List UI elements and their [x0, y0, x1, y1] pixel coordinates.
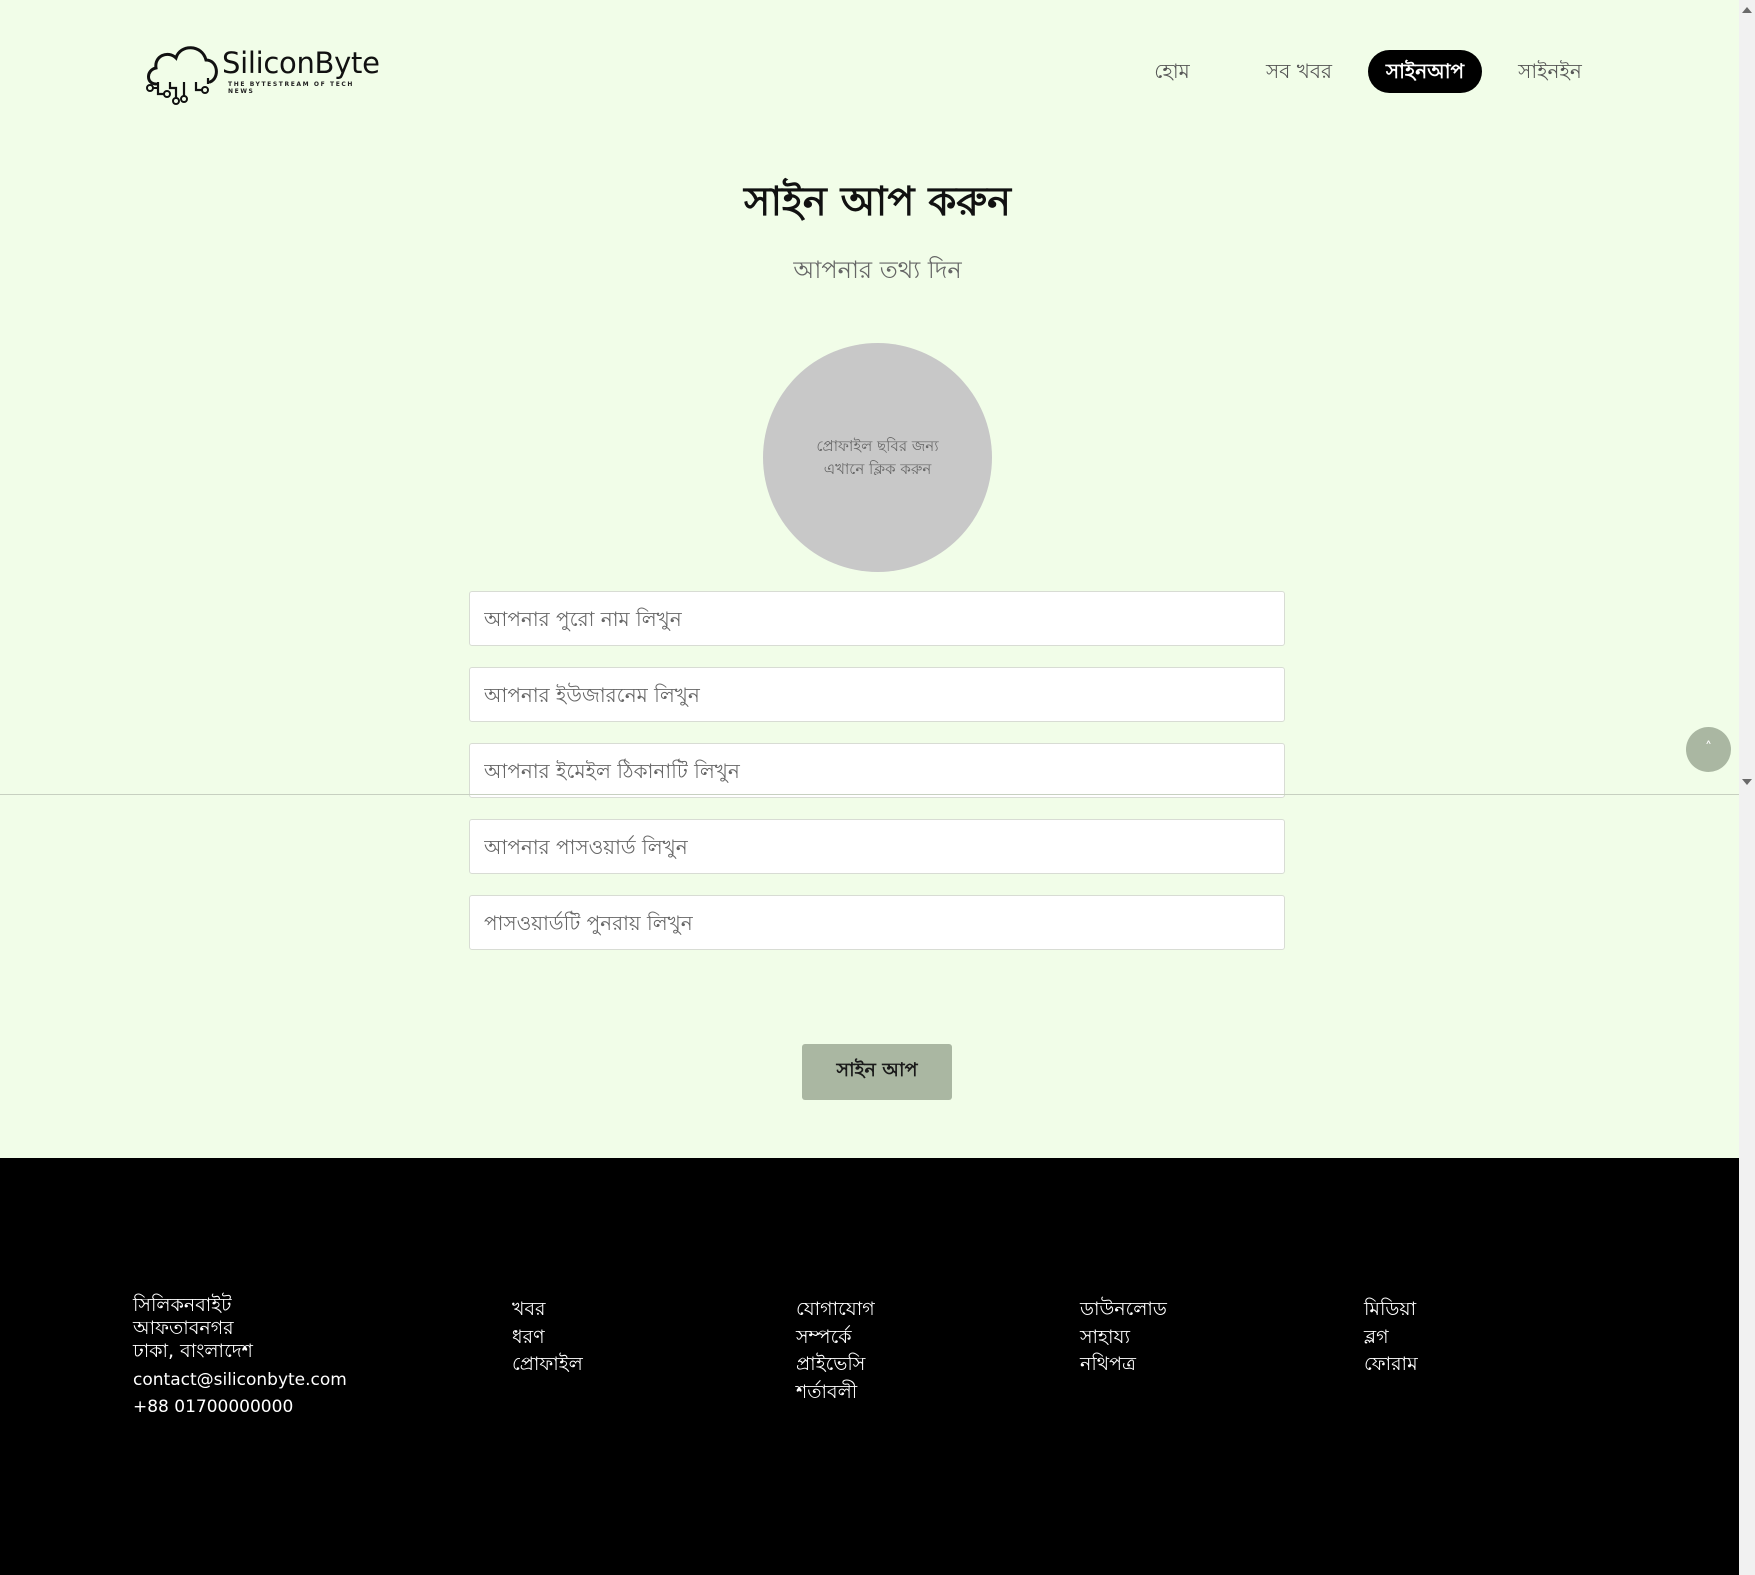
nav-home[interactable]: হোম	[1140, 50, 1204, 93]
page-subtitle: আপনার তথ্য দিন	[793, 256, 962, 284]
footer-address-city: ঢাকা, বাংলাদেশ	[133, 1340, 253, 1362]
avatar-hint: প্রোফাইল ছবির জন্য এখানে ক্লিক করুন	[803, 435, 953, 481]
footer-link-privacy[interactable]: প্রাইভেসি	[796, 1351, 875, 1379]
username-input[interactable]	[469, 667, 1285, 722]
nav-all-news[interactable]: সব খবর	[1254, 50, 1344, 93]
brand-tagline: THE BYTESTREAM OF TECH NEWS	[228, 81, 355, 95]
fullname-input[interactable]	[469, 591, 1285, 646]
footer-address-line: আফতাবনগর	[133, 1317, 234, 1339]
footer-column-3: ডাউনলোড সাহায্য নথিপত্র	[1080, 1296, 1167, 1379]
footer-company-name: সিলিকনবাইট	[133, 1294, 232, 1316]
footer-column-1: খবর ধরণ প্রোফাইল	[512, 1296, 583, 1379]
nav-signup[interactable]: সাইনআপ	[1368, 50, 1482, 93]
footer-link-about[interactable]: সম্পর্কে	[796, 1324, 875, 1352]
brand-name: SiliconByte	[222, 46, 380, 80]
footer-address-block: সিলিকনবাইট আফতাবনগর ঢাকা, বাংলাদেশ conta…	[133, 1294, 347, 1421]
scroll-down-arrow-icon[interactable]	[1739, 774, 1755, 790]
footer-link-category[interactable]: ধরণ	[512, 1324, 583, 1352]
avatar-hint-line1: প্রোফাইল ছবির জন্য	[816, 436, 939, 455]
footer-link-blog[interactable]: ব্লগ	[1364, 1324, 1418, 1352]
profile-photo-upload[interactable]: প্রোফাইল ছবির জন্য এখানে ক্লিক করুন	[763, 343, 992, 572]
brand-logo[interactable]: SiliconByte THE BYTESTREAM OF TECH NEWS	[144, 36, 384, 108]
email-input[interactable]	[469, 743, 1285, 798]
footer-link-terms[interactable]: শর্তাবলী	[796, 1379, 875, 1407]
signup-submit-button[interactable]: সাইন আপ	[802, 1044, 952, 1100]
vertical-scrollbar[interactable]	[1739, 0, 1755, 1575]
footer-phone[interactable]: +88 01700000000	[133, 1394, 347, 1421]
footer-link-contact[interactable]: যোগাযোগ	[796, 1296, 875, 1324]
avatar-hint-line2: এখানে ক্লিক করুন	[823, 459, 932, 478]
viewport-divider	[0, 794, 1739, 795]
chevron-up-icon: ˄	[1705, 740, 1712, 756]
footer-link-profile[interactable]: প্রোফাইল	[512, 1351, 583, 1379]
scroll-to-top-button[interactable]: ˄	[1686, 727, 1731, 772]
nav-signin[interactable]: সাইনইন	[1506, 50, 1594, 93]
footer-link-news[interactable]: খবর	[512, 1296, 583, 1324]
footer-column-4: মিডিয়া ব্লগ ফোরাম	[1364, 1296, 1418, 1379]
password-input[interactable]	[469, 819, 1285, 874]
footer-link-forum[interactable]: ফোরাম	[1364, 1351, 1418, 1379]
footer-link-media[interactable]: মিডিয়া	[1364, 1296, 1418, 1324]
page-title: সাইন আপ করুন	[744, 179, 1011, 225]
footer-column-2: যোগাযোগ সম্পর্কে প্রাইভেসি শর্তাবলী	[796, 1296, 875, 1406]
footer-link-docs[interactable]: নথিপত্র	[1080, 1351, 1167, 1379]
footer-link-download[interactable]: ডাউনলোড	[1080, 1296, 1167, 1324]
footer: সিলিকনবাইট আফতাবনগর ঢাকা, বাংলাদেশ conta…	[0, 1158, 1739, 1575]
cloud-circuit-logo-icon	[146, 46, 218, 105]
confirm-password-input[interactable]	[469, 895, 1285, 950]
scroll-up-arrow-icon[interactable]	[1739, 2, 1755, 18]
page: SiliconByte THE BYTESTREAM OF TECH NEWS …	[0, 0, 1739, 1575]
footer-link-help[interactable]: সাহায্য	[1080, 1324, 1167, 1352]
footer-email[interactable]: contact@siliconbyte.com	[133, 1367, 347, 1394]
